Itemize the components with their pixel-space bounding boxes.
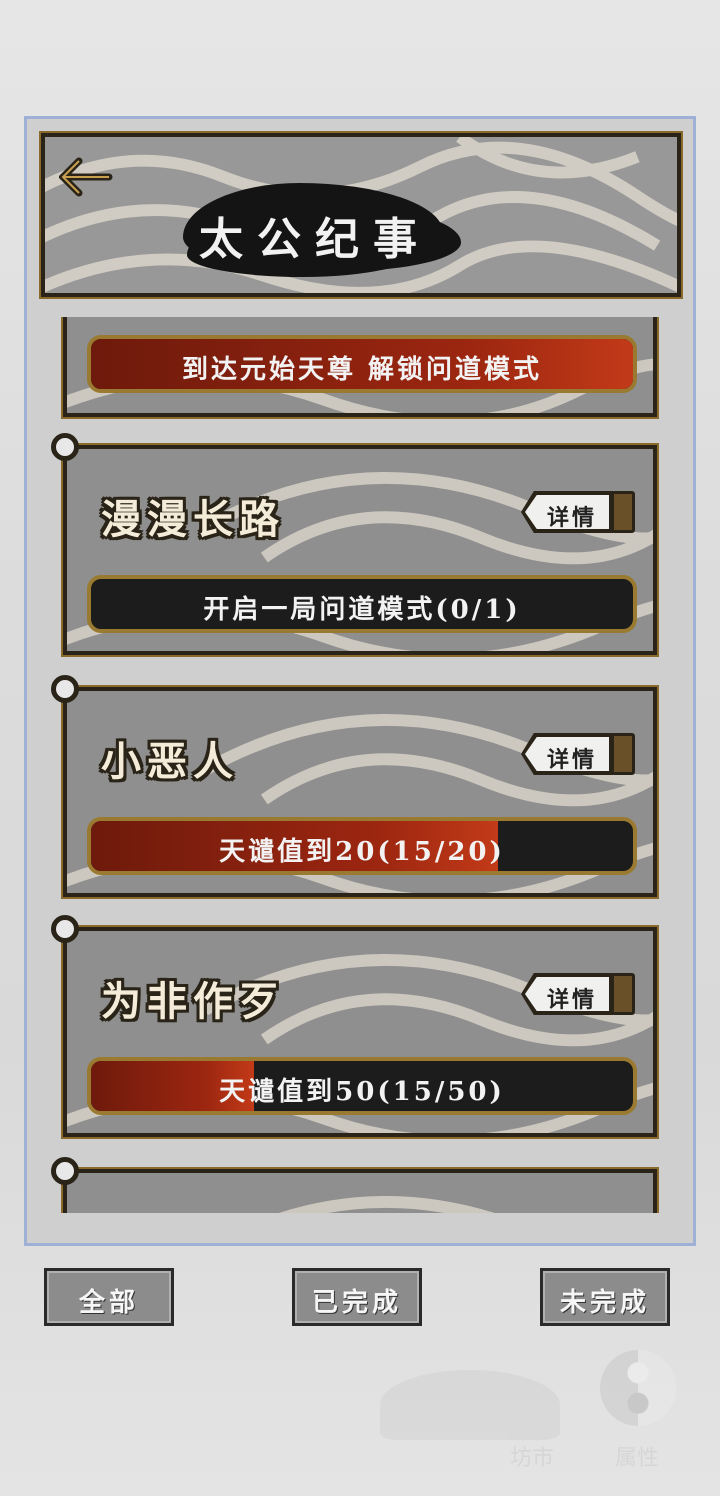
pavilion-icon — [380, 1370, 560, 1440]
page-title: 太公纪事 — [199, 214, 431, 265]
detail-button[interactable]: 详情 — [521, 733, 637, 777]
sword-hilt-icon — [611, 973, 635, 1015]
filter-tabs: 全部 已完成 未完成 — [0, 1268, 720, 1328]
achievement-list[interactable]: 到达元始天尊 解锁问道模式 漫漫长路 详情 开启一局问道模式(0/1) 小恶人 … — [33, 317, 693, 1213]
detail-label: 详情 — [547, 505, 598, 531]
card-pin-icon — [51, 1157, 79, 1185]
achievement-card: 小恶人 详情 天谴值到20(15/20) — [61, 685, 659, 899]
tab-all[interactable]: 全部 — [44, 1268, 174, 1326]
sword-hilt-icon — [611, 733, 635, 775]
background-label-attributes: 属性 — [615, 1446, 660, 1471]
background-scene: 坊市 属性 — [360, 1330, 690, 1480]
tab-incomplete-label: 未完成 — [559, 1288, 650, 1318]
sword-hilt-icon — [611, 491, 635, 533]
detail-label: 详情 — [547, 747, 598, 773]
detail-button[interactable]: 详情 — [521, 973, 637, 1017]
panel-header: 太公纪事 — [39, 131, 683, 299]
progress-text: 到达元始天尊 解锁问道模式 — [181, 355, 543, 385]
tab-all-label: 全部 — [78, 1288, 139, 1318]
achievement-title: 为非作歹 — [101, 978, 285, 1025]
tab-completed-label: 已完成 — [311, 1288, 402, 1318]
background-label-market: 坊市 — [510, 1446, 555, 1471]
back-arrow-icon — [58, 157, 113, 197]
achievement-card — [61, 1167, 659, 1213]
achievement-title: 漫漫长路 — [101, 496, 285, 543]
achievement-card: 到达元始天尊 解锁问道模式 — [61, 317, 659, 419]
achievement-progress-bar: 开启一局问道模式(0/1) — [87, 575, 637, 633]
swirl-pattern — [67, 1173, 653, 1213]
achievement-card: 为非作歹 详情 天谴值到50(15/50) — [61, 925, 659, 1139]
taiji-icon — [600, 1350, 676, 1426]
card-pin-icon — [51, 675, 79, 703]
achievement-progress-bar: 天谴值到50(15/50) — [87, 1057, 637, 1115]
tab-incomplete[interactable]: 未完成 — [540, 1268, 670, 1326]
card-pin-icon — [51, 433, 79, 461]
progress-text: 天谴值到50(15/50) — [219, 1077, 505, 1107]
detail-button[interactable]: 详情 — [521, 491, 637, 535]
progress-text: 开启一局问道模式(0/1) — [203, 595, 521, 625]
tab-completed[interactable]: 已完成 — [292, 1268, 422, 1326]
back-button[interactable] — [58, 157, 113, 197]
achievement-progress-bar: 到达元始天尊 解锁问道模式 — [87, 335, 637, 393]
achievement-panel: 太公纪事 到达元始天尊 解锁问道模式 漫漫长路 详情 开启一局问道模式(0/1)… — [24, 116, 696, 1246]
progress-text: 天谴值到20(15/20) — [219, 837, 505, 867]
achievement-progress-bar: 天谴值到20(15/20) — [87, 817, 637, 875]
detail-label: 详情 — [547, 987, 598, 1013]
achievement-card: 漫漫长路 详情 开启一局问道模式(0/1) — [61, 443, 659, 657]
card-pin-icon — [51, 915, 79, 943]
achievement-title: 小恶人 — [101, 738, 239, 785]
